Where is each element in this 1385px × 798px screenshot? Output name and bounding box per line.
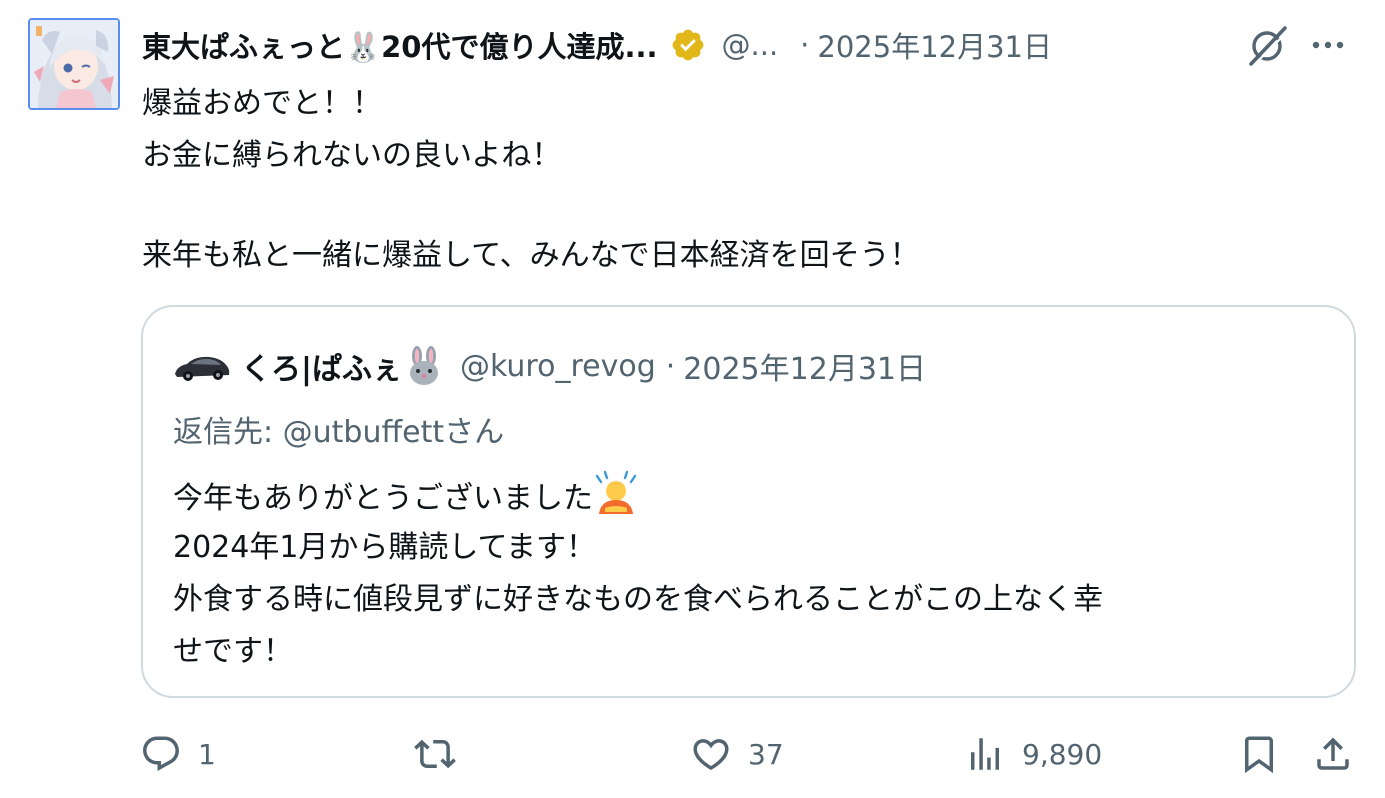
reply-button[interactable]: 1 xyxy=(140,730,216,778)
reply-to-line: 返信先: @utbuffettさん xyxy=(173,407,504,451)
bowing-person-emoji xyxy=(595,470,637,514)
quoted-post-date[interactable]: 2025年12月31日 xyxy=(683,344,926,388)
post-text-line: 来年も私と一緒に爆益して、みんなで日本経済を回そう！ xyxy=(142,238,920,273)
quoted-text-line-2: 2024年1月から購読してます！ xyxy=(173,530,597,565)
post-text: 爆益おめでと！！ お金に縛られないの良いよね！ 来年も私と一緒に爆益して、みんな… xyxy=(142,78,1352,282)
share-icon xyxy=(1317,737,1349,770)
author-display-name[interactable]: 東大ぱふぇっと🐰20代で億り人達成... xyxy=(142,24,658,66)
post-text-line: 爆益おめでと！！ xyxy=(142,86,382,121)
quoted-text-line-4: せです！ xyxy=(173,634,293,669)
post-text-line: お金に縛られないの良いよね！ xyxy=(142,138,562,173)
post-header: 東大ぱふぇっと🐰20代で億り人達成... @... · 2025年12月31日 xyxy=(142,22,1367,68)
quoted-text-line-1: 今年もありがとうございました xyxy=(173,481,593,516)
views-button[interactable]: 9,890 xyxy=(964,730,1102,778)
bookmark-button[interactable] xyxy=(1238,730,1280,778)
reply-to-handle[interactable]: @utbuffett xyxy=(283,415,444,450)
quoted-text-line-3: 外食する時に値段見ずに好きなものを食べられることがこの上なく幸 xyxy=(173,582,1103,617)
like-icon xyxy=(693,739,729,771)
views-icon xyxy=(971,738,999,770)
rabbit-emoji xyxy=(409,346,438,385)
anime-avatar-image xyxy=(30,20,118,108)
reply-to-suffix: さん xyxy=(444,415,505,450)
verified-badge-icon[interactable] xyxy=(670,27,706,63)
quoted-author-name-text: くろ|ぱふぇ xyxy=(241,352,402,387)
quoted-author-handle[interactable]: @kuro_revog xyxy=(460,349,656,384)
quoted-text-line: 今年もありがとうございました xyxy=(173,470,1333,522)
quoted-header-separator: · xyxy=(665,348,676,384)
post-date[interactable]: 2025年12月31日 xyxy=(817,24,1052,66)
author-avatar[interactable] xyxy=(28,18,120,110)
quoted-post-card[interactable]: くろ|ぱふぇ @kuro_revog · 2025年12月31日 返信先: @u… xyxy=(141,305,1356,698)
quoted-post-header: くろ|ぱふぇ @kuro_revog · 2025年12月31日 xyxy=(173,342,926,390)
post-text-blank-line xyxy=(142,182,1352,230)
header-separator: · xyxy=(800,28,810,62)
share-button[interactable] xyxy=(1312,730,1354,778)
action-bar: 1 37 9,890 xyxy=(0,722,1385,786)
reply-icon xyxy=(143,736,179,771)
quoted-post-text: 今年もありがとうございました 2024年1月から購読してます！ 外食する時に値段… xyxy=(173,470,1333,678)
bookmark-icon xyxy=(1245,736,1273,774)
view-count: 9,890 xyxy=(1022,737,1103,771)
reply-to-prefix: 返信先: xyxy=(173,415,283,450)
reply-count: 1 xyxy=(198,737,216,771)
grok-icon[interactable] xyxy=(1245,22,1291,68)
like-button[interactable]: 37 xyxy=(690,730,784,778)
like-count: 37 xyxy=(748,737,784,771)
repost-button[interactable] xyxy=(414,730,472,778)
more-icon[interactable] xyxy=(1305,22,1351,68)
quoted-author-name[interactable]: くろ|ぱふぇ xyxy=(241,344,444,388)
author-handle[interactable]: @... xyxy=(722,28,779,62)
repost-icon xyxy=(414,739,456,769)
car-avatar-icon[interactable] xyxy=(173,346,231,386)
